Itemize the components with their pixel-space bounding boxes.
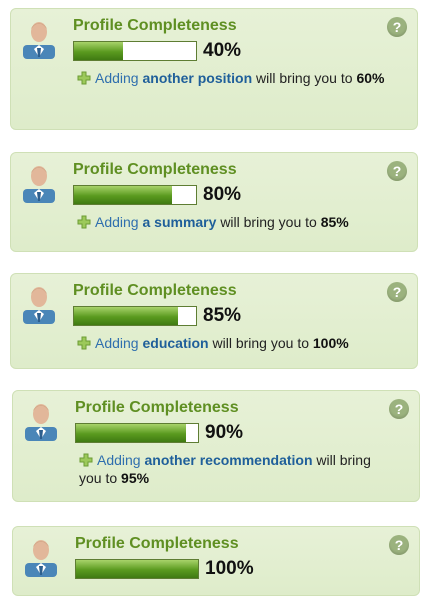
hint-target: 95% bbox=[121, 470, 150, 486]
hint-prefix: Adding bbox=[95, 214, 139, 230]
progress-bar bbox=[75, 423, 199, 443]
user-avatar-icon bbox=[25, 404, 57, 441]
progress-percent: 90% bbox=[205, 422, 244, 443]
profile-completeness-widget: ? Profile Completeness 100% bbox=[12, 526, 420, 596]
plus-icon bbox=[77, 71, 91, 85]
completion-hint: Adding another position will bring you t… bbox=[77, 69, 403, 87]
profile-completeness-widget: ? Profile Completeness 40% Adding anothe… bbox=[10, 8, 418, 130]
progress-fill bbox=[76, 424, 186, 442]
progress-percent: 80% bbox=[203, 184, 242, 205]
plus-icon bbox=[77, 336, 91, 350]
plus-icon bbox=[79, 453, 93, 467]
profile-completeness-widget: ? Profile Completeness 80% Adding a summ… bbox=[10, 152, 418, 252]
profile-completeness-widget: ? Profile Completeness 85% Adding educat… bbox=[10, 273, 418, 369]
hint-prefix: Adding bbox=[95, 335, 139, 351]
progress-percent: 85% bbox=[203, 305, 242, 326]
completion-hint: Adding education will bring you to 100% bbox=[77, 334, 403, 352]
hint-suffix: will bring you to bbox=[256, 70, 353, 86]
progress-bar bbox=[73, 306, 197, 326]
widget-title: Profile Completeness bbox=[73, 282, 237, 299]
hint-link[interactable]: a summary bbox=[142, 214, 216, 230]
widget-title: Profile Completeness bbox=[73, 161, 237, 178]
hint-link[interactable]: another recommendation bbox=[144, 452, 312, 468]
hint-prefix: Adding bbox=[97, 452, 141, 468]
progress-bar bbox=[73, 185, 197, 205]
widget-title: Profile Completeness bbox=[75, 399, 239, 416]
completion-hint: Adding a summary will bring you to 85% bbox=[77, 213, 403, 231]
profile-completeness-widget: ? Profile Completeness 90% Adding anothe… bbox=[12, 390, 420, 502]
hint-target: 60% bbox=[356, 70, 385, 86]
help-icon[interactable]: ? bbox=[387, 17, 407, 37]
hint-prefix: Adding bbox=[95, 70, 139, 86]
hint-link[interactable]: education bbox=[142, 335, 208, 351]
help-icon[interactable]: ? bbox=[389, 399, 409, 419]
user-avatar-icon bbox=[23, 22, 55, 59]
completion-hint: Adding another recommendation will bring… bbox=[79, 451, 379, 487]
hint-suffix: will bring you to bbox=[220, 214, 317, 230]
hint-target: 85% bbox=[320, 214, 349, 230]
progress-fill bbox=[74, 42, 123, 60]
user-avatar-icon bbox=[23, 287, 55, 324]
progress-percent: 40% bbox=[203, 40, 242, 61]
progress-fill bbox=[74, 186, 172, 204]
progress-bar bbox=[73, 41, 197, 61]
widget-title: Profile Completeness bbox=[73, 17, 237, 34]
plus-icon bbox=[77, 215, 91, 229]
progress-fill bbox=[76, 560, 198, 578]
help-icon[interactable]: ? bbox=[389, 535, 409, 555]
hint-target: 100% bbox=[312, 335, 349, 351]
hint-suffix: will bring you to bbox=[212, 335, 310, 351]
hint-link[interactable]: another position bbox=[142, 70, 252, 86]
progress-bar bbox=[75, 559, 199, 579]
widget-title: Profile Completeness bbox=[75, 535, 239, 552]
help-icon[interactable]: ? bbox=[387, 161, 407, 181]
progress-percent: 100% bbox=[205, 558, 254, 579]
progress-fill bbox=[74, 307, 178, 325]
user-avatar-icon bbox=[23, 166, 55, 203]
help-icon[interactable]: ? bbox=[387, 282, 407, 302]
user-avatar-icon bbox=[25, 540, 57, 577]
